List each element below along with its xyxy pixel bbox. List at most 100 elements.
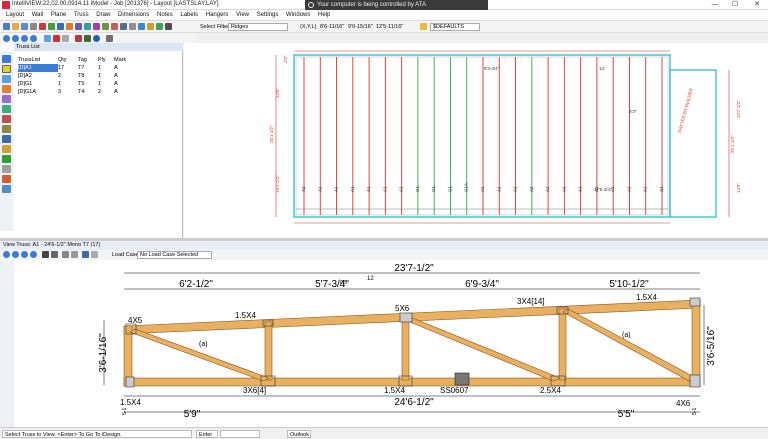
post-icon[interactable] xyxy=(2,165,11,173)
brace-icon[interactable] xyxy=(2,185,11,193)
wall-icon[interactable] xyxy=(75,23,82,30)
roof-icon[interactable] xyxy=(2,85,11,93)
layout-truss-tag: A1 xyxy=(561,186,566,192)
undo-icon[interactable] xyxy=(39,23,46,30)
report-icon[interactable] xyxy=(156,23,163,30)
menu-settings[interactable]: Settings xyxy=(257,10,279,21)
menu-help[interactable]: Help xyxy=(318,10,330,21)
girder-icon[interactable] xyxy=(2,125,11,133)
col-tag[interactable]: Tag xyxy=(78,55,98,64)
label-icon[interactable] xyxy=(111,23,118,30)
load-case-dropdown[interactable]: No Load Case Selected xyxy=(137,251,212,259)
bulb-icon[interactable] xyxy=(420,23,427,30)
truss-ply: 1 xyxy=(98,73,102,79)
truss-mark: A xyxy=(114,81,118,87)
view-zoom-fit-icon[interactable] xyxy=(21,251,28,258)
table-row[interactable]: [D]A2 2 T8 1 A xyxy=(18,72,130,80)
truss-name[interactable]: [D]G1 xyxy=(18,80,58,88)
outlook-taskbar-button[interactable]: Outlook xyxy=(287,430,311,438)
view-zoom-out-icon[interactable] xyxy=(12,251,19,258)
remote-control-banner: Your computer is being controlled by ATA xyxy=(305,0,488,10)
valley-icon[interactable] xyxy=(2,105,11,113)
block-icon[interactable] xyxy=(2,155,11,163)
y-readout: 9'0-15/16" xyxy=(348,24,373,30)
col-qty[interactable]: Qty xyxy=(58,55,78,64)
menu-labels[interactable]: Labels xyxy=(180,10,198,21)
pointer-icon[interactable] xyxy=(2,55,11,63)
view-options-icon[interactable] xyxy=(62,251,69,258)
jack-icon[interactable] xyxy=(2,115,11,123)
web-diagonal-3 xyxy=(562,308,697,382)
zoom-in-icon[interactable] xyxy=(3,35,10,42)
view-extra-icon[interactable] xyxy=(91,251,98,258)
truss-name[interactable]: [D]A2 xyxy=(18,72,58,80)
save-icon[interactable] xyxy=(21,23,28,30)
note-icon[interactable] xyxy=(102,23,109,30)
menu-draw[interactable]: Draw xyxy=(96,10,110,21)
plate-mid-top xyxy=(399,312,413,323)
menu-dimensions[interactable]: Dimensions xyxy=(118,10,149,21)
mirror-icon[interactable] xyxy=(84,35,91,42)
select-filter-dropdown[interactable]: Ridges xyxy=(228,23,288,31)
settings-icon[interactable] xyxy=(138,23,145,30)
truss-tool-icon[interactable] xyxy=(2,75,11,83)
truss-name[interactable]: [D]A1 xyxy=(18,64,58,72)
view-zoom-in-icon[interactable] xyxy=(3,251,10,258)
view-grid-icon[interactable] xyxy=(82,251,89,258)
defaults-dropdown[interactable]: $DEFAULTS xyxy=(430,23,480,31)
help-icon[interactable] xyxy=(165,23,172,30)
truss-icon[interactable] xyxy=(66,23,73,30)
truss-name[interactable]: [D]G1A xyxy=(18,88,58,96)
minimize-button[interactable]: — xyxy=(706,0,724,10)
zoom-out-icon[interactable] xyxy=(12,35,19,42)
grid-icon[interactable] xyxy=(106,35,113,42)
print-icon[interactable] xyxy=(30,23,37,30)
view-zoom-window-icon[interactable] xyxy=(30,251,37,258)
zoom-icon[interactable] xyxy=(57,23,64,30)
menu-view[interactable]: View xyxy=(236,10,249,21)
menu-notes[interactable]: Notes xyxy=(157,10,173,21)
plane-icon[interactable] xyxy=(84,23,91,30)
col-mark[interactable]: Mark xyxy=(114,55,130,64)
hanger-tool-icon[interactable] xyxy=(2,175,11,183)
view-copy-icon[interactable] xyxy=(51,251,58,258)
col-trusslist[interactable]: TrussList xyxy=(18,55,58,64)
table-row[interactable]: [D]G1A 3 T4 2 A xyxy=(18,88,130,96)
view-settings-icon[interactable] xyxy=(71,251,78,258)
info-icon[interactable] xyxy=(93,35,100,42)
open-icon[interactable] xyxy=(12,23,19,30)
menu-truss[interactable]: Truss xyxy=(74,10,89,21)
table-row[interactable]: [D]A1 17 T7 1 A xyxy=(18,64,130,72)
table-row[interactable]: [D]G1 1 T5 1 A xyxy=(18,80,130,88)
layout-truss-tag: A1 xyxy=(366,186,371,192)
truss-view-canvas[interactable]: 23'7-1/2" 6'2-1/2" 5'7-3/4" 6'9-3/4" 5'1… xyxy=(14,260,768,427)
layout-canvas[interactable]: A1 A1 A1 A1 A1 A1 A1 G1 G1 G1 G1A A1 A1 A1 A2 A1 A1 A1 A1 A… xyxy=(184,43,768,278)
menu-hangers[interactable]: Hangers xyxy=(206,10,229,21)
menu-layout[interactable]: Layout xyxy=(6,10,24,21)
header-icon[interactable] xyxy=(2,145,11,153)
select-icon[interactable] xyxy=(44,35,51,42)
zoom-window-icon[interactable] xyxy=(30,35,37,42)
copy-icon[interactable] xyxy=(75,35,82,42)
maximize-button[interactable]: ☐ xyxy=(726,0,744,10)
new-icon[interactable] xyxy=(3,23,10,30)
view-print-icon[interactable] xyxy=(42,251,49,258)
menu-wall[interactable]: Wall xyxy=(32,10,43,21)
delete-icon[interactable] xyxy=(53,35,60,42)
layout-truss-tag: A1 xyxy=(626,186,631,192)
beam-icon[interactable] xyxy=(2,135,11,143)
dimension-icon[interactable] xyxy=(93,23,100,30)
layer-icon[interactable] xyxy=(147,23,154,30)
move-icon[interactable] xyxy=(62,35,69,42)
close-button[interactable]: ✕ xyxy=(748,0,766,10)
x-truss-icon[interactable] xyxy=(2,65,11,73)
zoom-fit-icon[interactable] xyxy=(21,35,28,42)
hanger-icon[interactable] xyxy=(120,23,127,30)
menu-plane[interactable]: Plane xyxy=(51,10,66,21)
menu-windows[interactable]: Windows xyxy=(286,10,310,21)
view-icon[interactable] xyxy=(129,23,136,30)
col-ply[interactable]: Ply xyxy=(98,55,114,64)
hip-icon[interactable] xyxy=(2,95,11,103)
enter-indicator[interactable]: Enter xyxy=(196,430,218,438)
redo-icon[interactable] xyxy=(48,23,55,30)
